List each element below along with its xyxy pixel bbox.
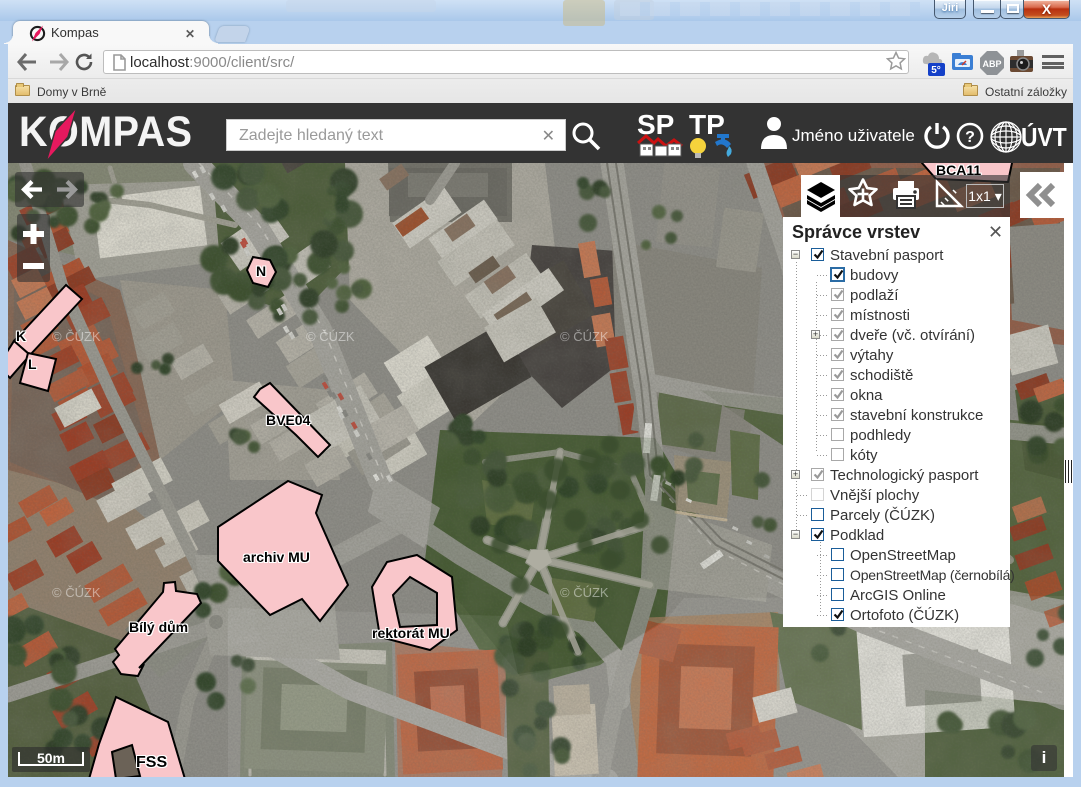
svg-text:SP: SP	[637, 110, 674, 140]
svg-text:5°: 5°	[931, 65, 941, 76]
svg-text:ABP: ABP	[982, 59, 1001, 69]
svg-text:?: ?	[965, 129, 975, 146]
